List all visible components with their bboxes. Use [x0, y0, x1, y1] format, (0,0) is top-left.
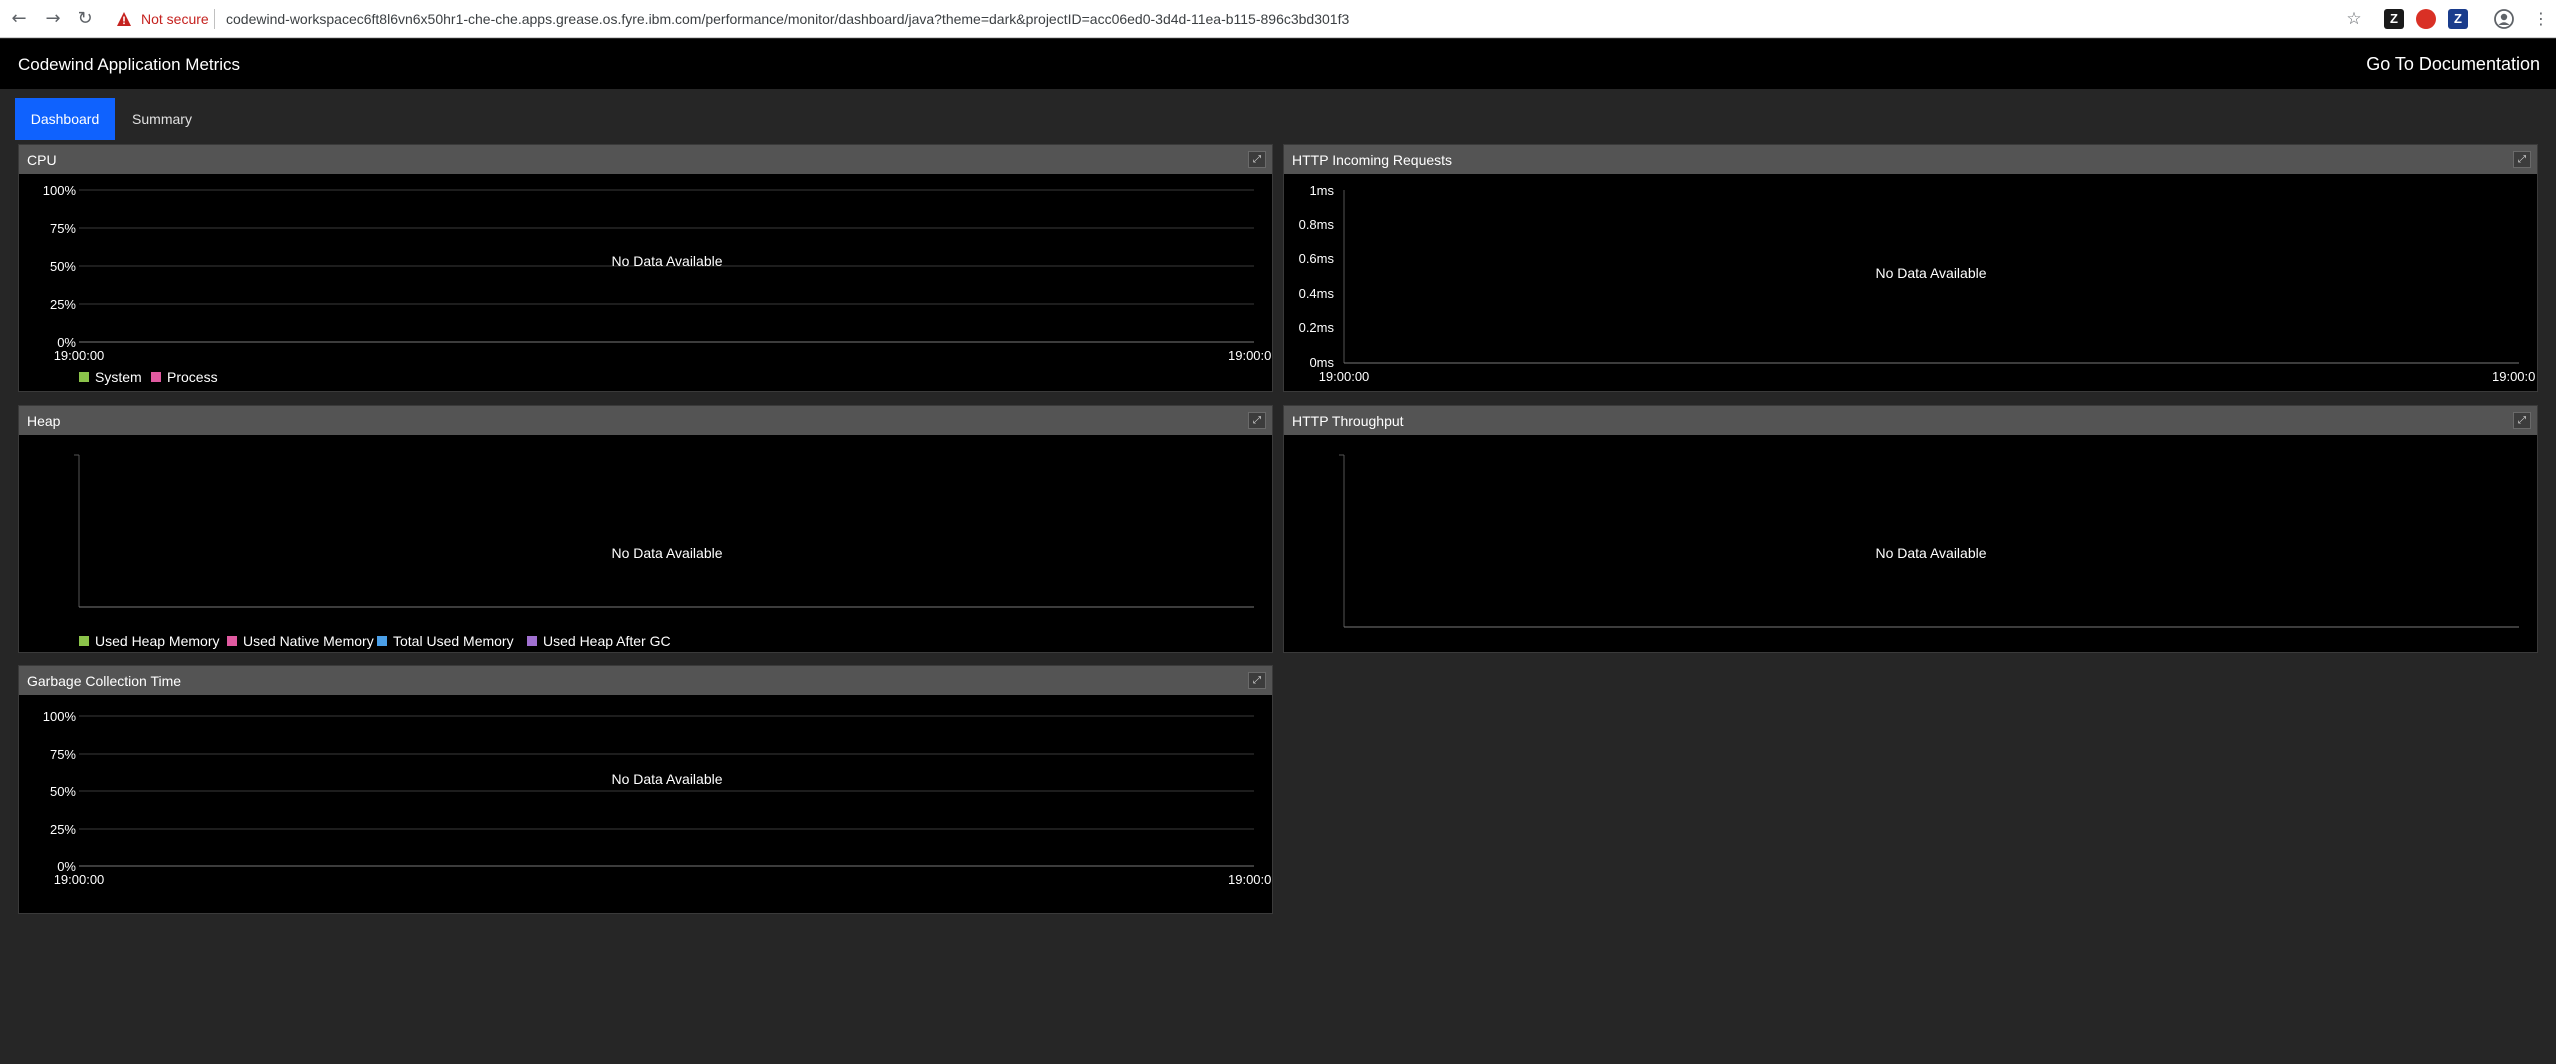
- http-requests-y-tick: 1ms: [1309, 183, 1334, 198]
- http-requests-expand-button[interactable]: ⤢: [2513, 151, 2531, 168]
- heap-panel: Heap ⤢ No Data Available Used Heap Memor…: [18, 405, 1273, 653]
- http-requests-y-tick: 0.6ms: [1299, 251, 1335, 266]
- url-divider: [214, 9, 215, 29]
- app-title: Codewind Application Metrics: [18, 55, 241, 74]
- heap-panel-title: Heap: [27, 413, 61, 429]
- http-requests-chart: 1ms 0.8ms 0.6ms 0.4ms 0.2ms 0ms 19:00:00…: [1299, 183, 2536, 384]
- gc-x-tick: 19:00:0: [1228, 872, 1271, 887]
- cpu-y-tick: 75%: [50, 221, 76, 236]
- tab-summary[interactable]: Summary: [120, 98, 204, 140]
- browser-menu-icon[interactable]: ⋮: [2530, 8, 2552, 30]
- warning-icon: [117, 12, 131, 26]
- forward-icon[interactable]: →: [42, 8, 64, 30]
- http-requests-x-tick: 19:00:00: [1319, 369, 1370, 384]
- http-requests-y-tick: 0.2ms: [1299, 320, 1335, 335]
- bookmark-star-icon[interactable]: ☆: [2343, 8, 2365, 30]
- cpu-y-tick: 50%: [50, 259, 76, 274]
- http-requests-panel-title: HTTP Incoming Requests: [1292, 152, 1453, 168]
- gc-y-tick: 50%: [50, 784, 76, 799]
- http-requests-y-tick: 0.8ms: [1299, 217, 1335, 232]
- http-requests-y-tick: 0ms: [1309, 355, 1334, 370]
- gc-y-tick: 25%: [50, 822, 76, 837]
- cpu-panel: CPU ⤢ 100% 75% 50% 25% 0% 19:00:00 19:00…: [18, 144, 1273, 392]
- http-throughput-panel: HTTP Throughput ⤢ No Data Available: [1283, 405, 2538, 653]
- cpu-panel-header: CPU ⤢: [19, 145, 1272, 174]
- gc-panel-title: Garbage Collection Time: [27, 673, 182, 689]
- http-throughput-panel-header: HTTP Throughput ⤢: [1284, 406, 2537, 435]
- address-bar[interactable]: codewind-workspacec6ft8l6vn6x50hr1-che-c…: [226, 11, 1349, 27]
- gc-no-data: No Data Available: [611, 771, 722, 787]
- http-requests-panel: HTTP Incoming Requests ⤢ 1ms 0.8ms 0.6ms…: [1283, 144, 2538, 392]
- heap-panel-header: Heap ⤢: [19, 406, 1272, 435]
- tab-dashboard[interactable]: Dashboard: [15, 98, 115, 140]
- legend-used-heap-after-gc[interactable]: Used Heap After GC: [543, 633, 671, 649]
- gc-expand-button[interactable]: ⤢: [1248, 672, 1266, 689]
- legend-swatch-used-heap: [79, 636, 89, 646]
- documentation-link[interactable]: Go To Documentation: [2366, 54, 2540, 75]
- cpu-x-tick: 19:00:0: [1228, 348, 1271, 363]
- legend-process[interactable]: Process: [167, 369, 218, 385]
- legend-used-heap-memory[interactable]: Used Heap Memory: [95, 633, 220, 649]
- heap-expand-button[interactable]: ⤢: [1248, 412, 1266, 429]
- gc-panel-header: Garbage Collection Time ⤢: [19, 666, 1272, 695]
- cpu-panel-title: CPU: [27, 152, 57, 168]
- cpu-no-data: No Data Available: [611, 253, 722, 269]
- security-status[interactable]: Not secure: [141, 11, 209, 27]
- legend-swatch-heap-after-gc: [527, 636, 537, 646]
- legend-total-used-memory[interactable]: Total Used Memory: [393, 633, 514, 649]
- cpu-chart: 100% 75% 50% 25% 0% 19:00:00 19:00:0 No …: [43, 183, 1272, 385]
- http-requests-x-tick: 19:00:0: [2492, 369, 2535, 384]
- legend-swatch-system: [79, 372, 89, 382]
- http-throughput-no-data: No Data Available: [1875, 545, 1986, 561]
- http-throughput-expand-button[interactable]: ⤢: [2513, 412, 2531, 429]
- http-throughput-chart: No Data Available: [1339, 454, 2519, 628]
- heap-no-data: No Data Available: [611, 545, 722, 561]
- cpu-y-tick: 100%: [43, 183, 77, 198]
- http-requests-no-data: No Data Available: [1875, 265, 1986, 281]
- gc-chart: 100% 75% 50% 25% 0% 19:00:00 19:00:0 No …: [43, 709, 1272, 887]
- z-extension-icon[interactable]: Z: [2448, 9, 2468, 29]
- http-throughput-panel-title: HTTP Throughput: [1292, 413, 1404, 429]
- app-header: Codewind Application Metrics Go To Docum…: [0, 39, 2556, 89]
- browser-toolbar: ← → ↻ Not secure codewind-workspacec6ft8…: [0, 0, 2556, 38]
- gc-panel: Garbage Collection Time ⤢ 100% 75% 50% 2…: [18, 665, 1273, 914]
- gc-x-tick: 19:00:00: [54, 872, 105, 887]
- cpu-y-tick: 25%: [50, 297, 76, 312]
- profile-avatar-icon[interactable]: [2494, 9, 2514, 29]
- legend-swatch-process: [151, 372, 161, 382]
- zotero-extension-icon[interactable]: Z: [2384, 9, 2404, 29]
- legend-swatch-used-native: [227, 636, 237, 646]
- adblock-extension-icon[interactable]: [2416, 9, 2436, 29]
- gc-y-tick: 75%: [50, 747, 76, 762]
- back-icon[interactable]: ←: [8, 8, 30, 30]
- gc-y-tick: 100%: [43, 709, 77, 724]
- cpu-expand-button[interactable]: ⤢: [1248, 151, 1266, 168]
- legend-swatch-total-used: [377, 636, 387, 646]
- cpu-x-tick: 19:00:00: [54, 348, 105, 363]
- legend-system[interactable]: System: [95, 369, 142, 385]
- legend-used-native-memory[interactable]: Used Native Memory: [243, 633, 374, 649]
- http-requests-panel-header: HTTP Incoming Requests ⤢: [1284, 145, 2537, 174]
- heap-chart: No Data Available Used Heap Memory Used …: [74, 454, 1254, 649]
- http-requests-y-tick: 0.4ms: [1299, 286, 1335, 301]
- reload-icon[interactable]: ↻: [74, 8, 96, 30]
